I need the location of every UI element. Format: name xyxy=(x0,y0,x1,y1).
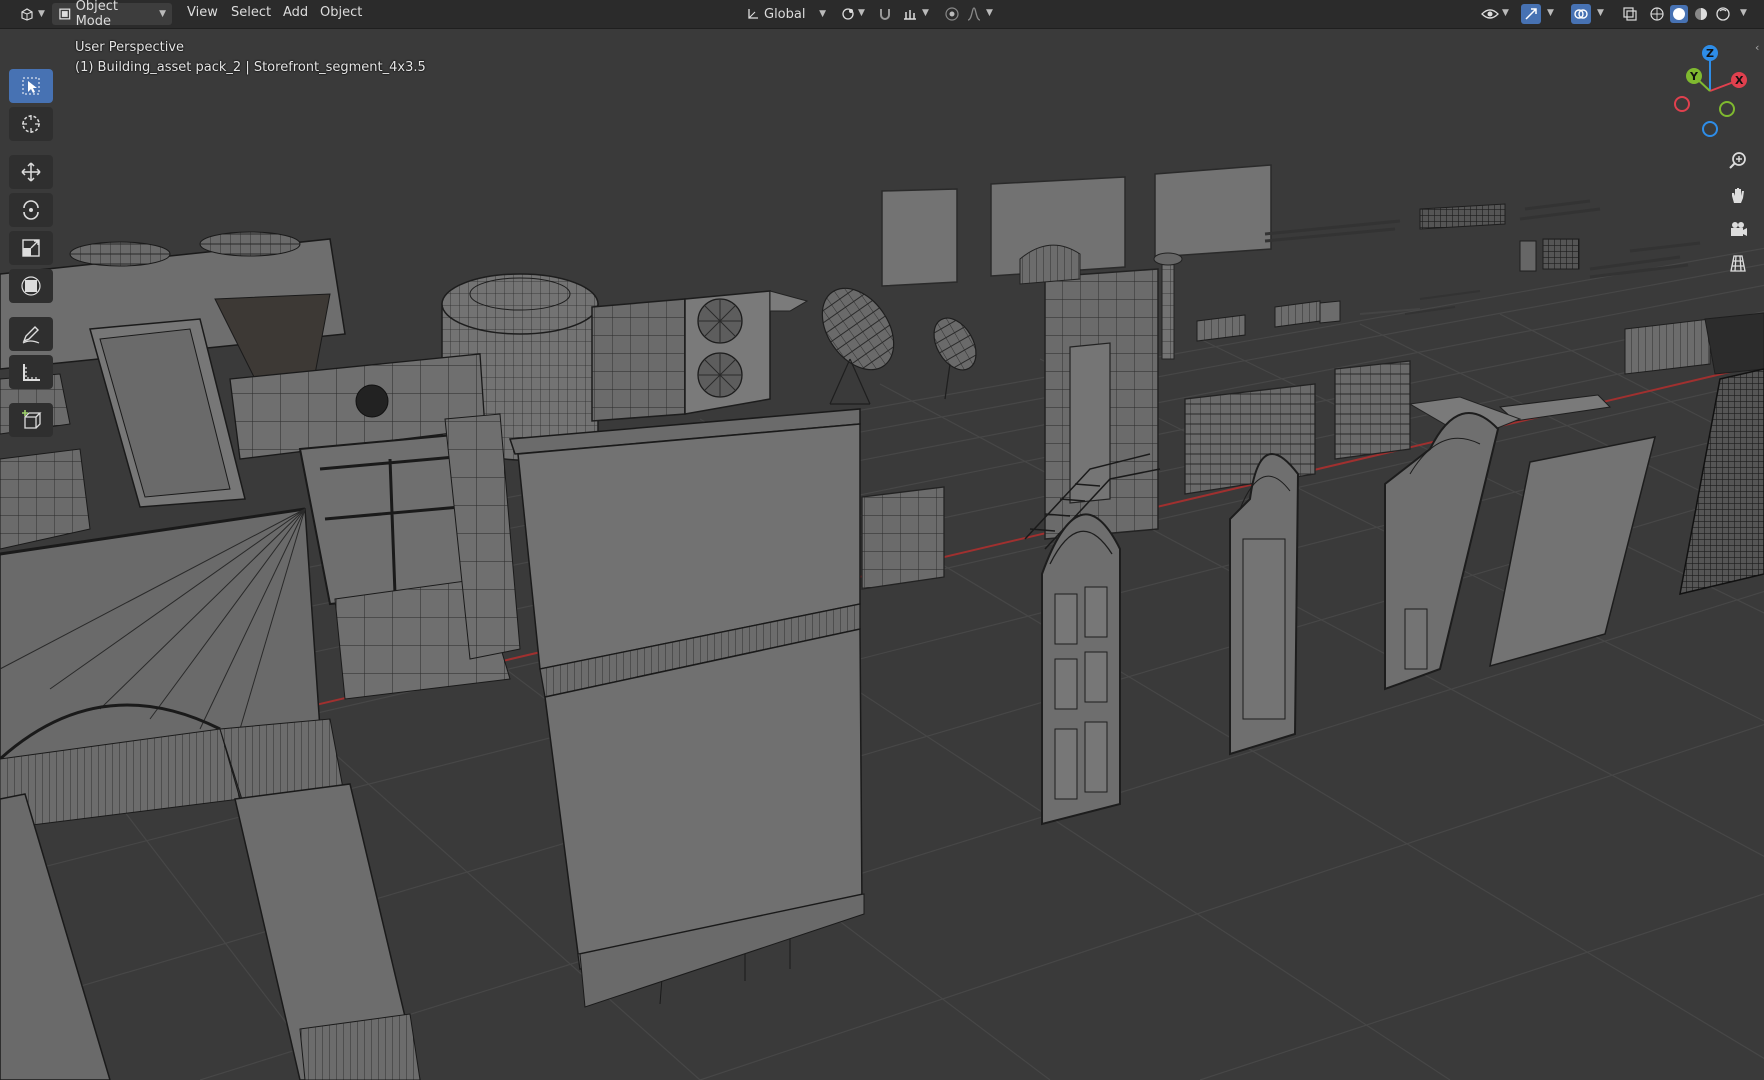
menu-add[interactable]: Add xyxy=(283,5,308,20)
ortho-toggle-button[interactable] xyxy=(1722,247,1754,279)
chevron-down-icon[interactable]: ▼ xyxy=(922,8,929,18)
storefront-segment xyxy=(508,408,865,1008)
chevron-down-icon[interactable]: ▼ xyxy=(986,8,993,18)
measure-tool[interactable] xyxy=(9,355,53,389)
transform-icon xyxy=(21,276,41,296)
camera-icon xyxy=(1731,222,1747,236)
x-axis-label: X xyxy=(1735,74,1744,87)
transform-orientation-dropdown[interactable]: Global ▼ xyxy=(740,3,832,25)
pivot-point-icon[interactable] xyxy=(838,4,858,24)
wireframe-shading-icon[interactable] xyxy=(1648,5,1666,23)
chevron-down-icon[interactable]: ▼ xyxy=(858,8,865,18)
gizmo-toggle-icon[interactable] xyxy=(1521,4,1541,24)
snap-toggle-icon[interactable] xyxy=(875,4,895,24)
view3d-icon xyxy=(21,8,33,21)
falloff-icon[interactable] xyxy=(964,4,984,24)
add-cube-tool[interactable] xyxy=(9,403,53,437)
chevron-down-icon: ▼ xyxy=(819,9,826,19)
neg-x-axis-handle xyxy=(1674,96,1690,112)
viewport-header: ▼ Object Mode ▼ View Select Add Object G… xyxy=(0,0,1764,29)
active-object-label: (1) Building_asset pack_2 | Storefront_s… xyxy=(75,60,426,75)
door-2 xyxy=(1229,453,1300,756)
add-cube-icon xyxy=(22,410,42,429)
editor-type-button[interactable]: ▼ xyxy=(14,3,51,25)
scale-tool[interactable] xyxy=(9,231,53,265)
snap-increment-icon[interactable] xyxy=(900,4,920,24)
scale-icon xyxy=(22,239,40,257)
chevron-down-icon: ▼ xyxy=(159,9,166,19)
chevron-down-icon[interactable]: ▼ xyxy=(1597,8,1604,18)
chevron-down-icon[interactable]: ▼ xyxy=(1502,8,1509,18)
move-tool[interactable] xyxy=(9,155,53,189)
chevron-down-icon: ▼ xyxy=(38,9,45,19)
navigation-gizmo[interactable]: Z X Y xyxy=(1660,41,1760,141)
orientation-label: Global xyxy=(764,6,806,22)
chevron-down-icon[interactable]: ▼ xyxy=(1740,8,1747,18)
mode-dropdown[interactable]: Object Mode ▼ xyxy=(52,0,172,29)
neg-z-axis-handle xyxy=(1702,121,1718,137)
zoom-button[interactable] xyxy=(1722,145,1754,177)
view-name: User Perspective xyxy=(75,40,185,55)
visibility-eye-icon[interactable] xyxy=(1480,4,1500,24)
proportional-edit-icon[interactable] xyxy=(942,4,962,24)
door-1 xyxy=(1041,513,1121,826)
orientation-axes-icon xyxy=(748,9,758,19)
rendered-shading-icon[interactable] xyxy=(1714,5,1732,23)
tool-shelf xyxy=(9,69,55,437)
menu-select[interactable]: Select xyxy=(231,5,271,20)
door-3 xyxy=(1384,412,1500,691)
menu-object[interactable]: Object xyxy=(320,5,362,20)
3d-viewport[interactable]: User Perspective (1) Building_asset pack… xyxy=(0,29,1764,1080)
material-shading-icon[interactable] xyxy=(1692,5,1710,23)
transform-tool[interactable] xyxy=(9,269,53,303)
y-axis-label: Y xyxy=(1689,70,1699,83)
pan-button[interactable] xyxy=(1722,179,1754,211)
mode-label: Object Mode xyxy=(75,0,118,29)
select-box-tool[interactable] xyxy=(9,69,53,103)
chevron-down-icon[interactable]: ▼ xyxy=(1547,8,1554,18)
annotate-pencil-icon xyxy=(22,326,40,344)
neg-y-axis-handle xyxy=(1719,101,1735,117)
menu-view[interactable]: View xyxy=(187,5,218,20)
rotate-tool[interactable] xyxy=(9,193,53,227)
select-box-icon xyxy=(22,77,40,95)
scene-render xyxy=(0,164,1764,1080)
annotate-tool[interactable] xyxy=(9,317,53,351)
ac-unit xyxy=(591,290,809,422)
solid-shading-icon[interactable] xyxy=(1670,5,1688,23)
rotate-icon xyxy=(23,200,39,220)
grid-perspective-icon xyxy=(1730,255,1746,272)
satellite-dishes xyxy=(821,287,977,405)
object-mode-icon xyxy=(59,8,71,20)
sidebar-toggle-chevron-icon[interactable]: ‹ xyxy=(1755,41,1759,54)
cursor-tool[interactable] xyxy=(9,107,53,141)
cursor-icon xyxy=(22,115,40,133)
xray-toggle-icon[interactable] xyxy=(1620,4,1640,24)
z-axis-label: Z xyxy=(1706,47,1714,60)
zoom-magnifier-icon xyxy=(1729,152,1746,169)
overlays-toggle-icon[interactable] xyxy=(1571,4,1591,24)
measure-ruler-icon xyxy=(23,364,40,381)
pan-hand-icon xyxy=(1732,188,1744,203)
move-icon xyxy=(21,162,41,182)
camera-view-button[interactable] xyxy=(1722,213,1754,245)
left-building xyxy=(0,231,521,1080)
